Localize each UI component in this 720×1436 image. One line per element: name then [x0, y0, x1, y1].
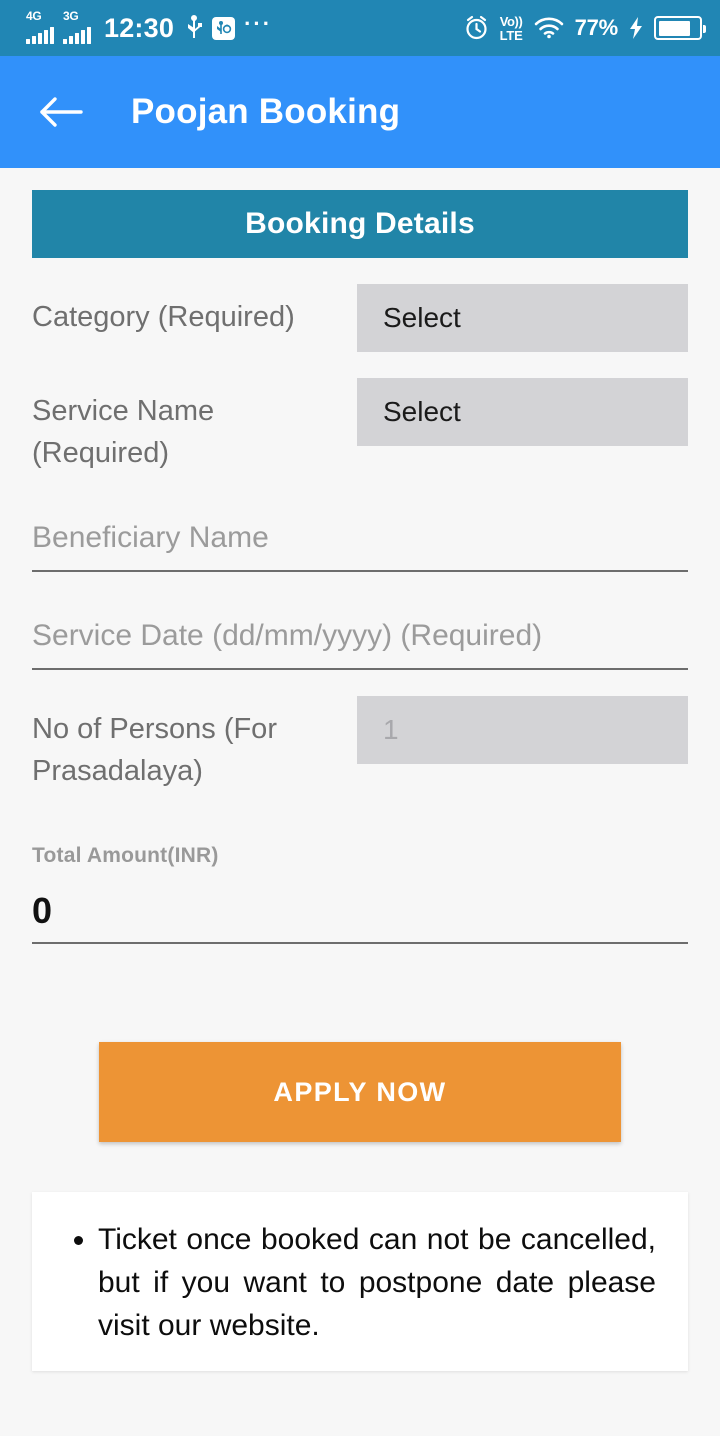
battery-percentage-label: 77%	[574, 15, 619, 40]
beneficiary-name-field[interactable]: Beneficiary Name	[32, 518, 688, 572]
page-title: Poojan Booking	[131, 92, 401, 131]
status-bar: 4G 3G 12:30 ··· Vo)) LTE 77%	[0, 0, 720, 56]
volte-top-label: Vo))	[499, 13, 523, 29]
total-amount-value: 0	[32, 890, 53, 931]
no-of-persons-placeholder: 1	[383, 714, 399, 745]
beneficiary-name-placeholder: Beneficiary Name	[32, 521, 269, 554]
service-name-select[interactable]: Select	[357, 378, 688, 446]
total-amount-label: Total Amount(INR)	[32, 844, 219, 867]
usb-debugging-icon	[212, 16, 236, 40]
main-content: Booking Details Category (Required) Sele…	[0, 168, 720, 1436]
booking-details-banner-label: Booking Details	[245, 207, 475, 240]
network-type-4g-label: 4G	[26, 8, 42, 23]
total-amount-block: Total Amount(INR) 0	[32, 844, 688, 944]
signal-4g-icon: 4G	[26, 8, 54, 44]
no-of-persons-label: No of Persons (For Prasadalaya)	[32, 713, 277, 787]
category-select[interactable]: Select	[357, 284, 688, 352]
wifi-icon	[534, 17, 564, 39]
battery-fill	[658, 20, 690, 36]
booking-details-banner: Booking Details	[32, 190, 688, 258]
service-name-label: Service Name (Required)	[32, 395, 215, 469]
app-bar: Poojan Booking	[0, 56, 720, 168]
category-label: Category (Required)	[32, 301, 295, 333]
status-bar-overflow-icon: ···	[244, 11, 273, 36]
signal-3g-icon: 3G	[63, 8, 91, 44]
usb-icon	[185, 15, 203, 41]
status-bar-clock: 12:30	[104, 12, 175, 43]
notes-card: Ticket once booked can not be cancelled,…	[32, 1192, 688, 1371]
charging-bolt-icon	[629, 16, 643, 40]
apply-now-button-label: APPLY NOW	[273, 1076, 447, 1107]
apply-button-wrapper: APPLY NOW	[32, 1042, 688, 1142]
service-date-placeholder: Service Date (dd/mm/yyyy) (Required)	[32, 619, 543, 652]
service-name-row: Service Name (Required) Select	[32, 378, 688, 474]
category-select-value: Select	[383, 302, 461, 333]
apply-now-button[interactable]: APPLY NOW	[99, 1042, 621, 1142]
service-name-select-value: Select	[383, 396, 461, 427]
no-of-persons-row: No of Persons (For Prasadalaya) 1	[32, 696, 688, 792]
battery-icon	[654, 16, 706, 40]
list-item: Ticket once booked can not be cancelled,…	[98, 1218, 656, 1347]
service-date-field[interactable]: Service Date (dd/mm/yyyy) (Required)	[32, 616, 688, 670]
volte-icon: Vo)) LTE	[500, 15, 523, 42]
network-type-3g-label: 3G	[63, 8, 79, 23]
total-amount-field: 0	[32, 890, 688, 944]
volte-bottom-label: LTE	[499, 27, 523, 43]
category-row: Category (Required) Select	[32, 284, 688, 352]
alarm-clock-icon	[464, 15, 489, 41]
status-bar-right: Vo)) LTE 77%	[464, 15, 706, 42]
status-bar-left: 4G 3G 12:30 ···	[26, 8, 273, 44]
no-of-persons-input[interactable]: 1	[357, 696, 688, 764]
booking-form: Category (Required) Select Service Name …	[0, 284, 720, 1142]
notes-list: Ticket once booked can not be cancelled,…	[64, 1218, 656, 1347]
back-arrow-icon[interactable]	[38, 89, 84, 135]
